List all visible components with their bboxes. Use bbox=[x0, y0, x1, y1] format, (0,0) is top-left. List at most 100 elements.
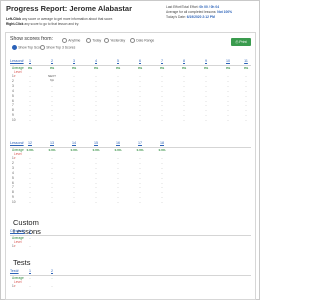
score-cell[interactable]: - bbox=[135, 156, 145, 160]
score-cell[interactable]: - bbox=[69, 79, 79, 83]
score-cell[interactable]: - bbox=[135, 185, 145, 189]
score-cell[interactable]: - bbox=[69, 118, 79, 122]
score-cell[interactable]: - bbox=[113, 200, 123, 204]
score-cell[interactable]: - bbox=[135, 74, 145, 78]
score-cell[interactable]: - bbox=[47, 89, 57, 93]
score-cell[interactable]: - bbox=[69, 161, 79, 165]
score-cell[interactable]: - bbox=[135, 190, 145, 194]
score-cell[interactable]: - bbox=[113, 99, 123, 103]
score-cell[interactable]: - bbox=[157, 118, 167, 122]
average-value[interactable]: 0.0% bbox=[113, 148, 123, 152]
score-cell[interactable]: - bbox=[113, 176, 123, 180]
score-cell[interactable]: - bbox=[157, 79, 167, 83]
average-value[interactable]: 0% bbox=[47, 66, 57, 70]
score-cell[interactable]: - bbox=[113, 113, 123, 117]
score-cell[interactable]: - bbox=[157, 190, 167, 194]
average-value[interactable]: 0% bbox=[241, 66, 251, 70]
score-cell[interactable]: - bbox=[25, 166, 35, 170]
column-link[interactable]: 4 bbox=[91, 59, 101, 63]
score-cell[interactable]: - bbox=[47, 94, 57, 98]
average-value[interactable]: 0% bbox=[135, 66, 145, 70]
score-cell[interactable]: - bbox=[157, 156, 167, 160]
score-cell[interactable]: - bbox=[69, 181, 79, 185]
score-cell[interactable]: - bbox=[113, 74, 123, 78]
score-cell[interactable]: - bbox=[47, 200, 57, 204]
score-cell[interactable]: - bbox=[201, 99, 211, 103]
score-cell[interactable]: - bbox=[113, 181, 123, 185]
average-value[interactable]: 0.0% bbox=[47, 148, 57, 152]
column-link[interactable]: 6 bbox=[135, 59, 145, 63]
average-value[interactable]: 0% bbox=[113, 66, 123, 70]
score-cell[interactable]: - bbox=[47, 103, 57, 107]
score-cell[interactable]: - bbox=[179, 113, 189, 117]
score-cell[interactable]: - bbox=[113, 89, 123, 93]
score-cell[interactable]: - bbox=[223, 84, 233, 88]
score-cell[interactable]: - bbox=[47, 113, 57, 117]
column-link[interactable]: 2 bbox=[47, 59, 57, 63]
column-link[interactable]: 3 bbox=[69, 59, 79, 63]
score-cell[interactable]: - bbox=[25, 190, 35, 194]
score-cell[interactable]: - bbox=[91, 118, 101, 122]
score-cell[interactable]: - bbox=[91, 103, 101, 107]
score-cell[interactable]: - bbox=[91, 99, 101, 103]
score-cell[interactable]: - bbox=[113, 79, 123, 83]
score-cell[interactable]: - bbox=[69, 108, 79, 112]
score-cell[interactable]: - bbox=[47, 176, 57, 180]
score-cell[interactable]: - bbox=[113, 161, 123, 165]
score-cell[interactable]: - bbox=[157, 108, 167, 112]
score-cell[interactable]: - bbox=[135, 108, 145, 112]
score-cell[interactable]: - bbox=[47, 118, 57, 122]
score-cell[interactable]: - bbox=[241, 94, 251, 98]
score-cell[interactable]: - bbox=[47, 79, 57, 83]
score-cell[interactable]: - bbox=[113, 94, 123, 98]
average-value[interactable]: 0.0% bbox=[135, 148, 145, 152]
score-cell[interactable]: - bbox=[135, 89, 145, 93]
score-cell[interactable]: - bbox=[25, 185, 35, 189]
score-cell[interactable]: - bbox=[241, 99, 251, 103]
score-cell[interactable]: - bbox=[201, 103, 211, 107]
average-value[interactable]: 0% bbox=[201, 66, 211, 70]
score-cell[interactable]: - bbox=[25, 99, 35, 103]
score-cell[interactable]: - bbox=[69, 185, 79, 189]
score-cell[interactable]: - bbox=[135, 171, 145, 175]
score-cell[interactable]: - bbox=[135, 166, 145, 170]
average-value[interactable]: 0% bbox=[91, 66, 101, 70]
score-cell[interactable]: - bbox=[179, 84, 189, 88]
radio-anytime[interactable]: Anytime bbox=[62, 37, 80, 43]
score-cell[interactable]: - bbox=[91, 166, 101, 170]
score-cell[interactable]: - bbox=[223, 108, 233, 112]
score-cell[interactable]: - bbox=[25, 200, 35, 204]
average-value[interactable]: 0% bbox=[223, 66, 233, 70]
score-cell[interactable]: - bbox=[201, 94, 211, 98]
score-cell[interactable]: - bbox=[91, 176, 101, 180]
score-cell[interactable]: - bbox=[47, 84, 57, 88]
column-link[interactable]: 14 bbox=[69, 141, 79, 145]
score-cell[interactable]: - bbox=[69, 84, 79, 88]
score-cell[interactable]: - bbox=[113, 185, 123, 189]
column-link[interactable]: 16 bbox=[113, 141, 123, 145]
score-cell[interactable]: - bbox=[91, 89, 101, 93]
average-value[interactable]: 0% bbox=[157, 66, 167, 70]
score-cell[interactable]: - bbox=[179, 79, 189, 83]
score-cell[interactable]: - bbox=[47, 161, 57, 165]
score-cell[interactable]: - bbox=[201, 89, 211, 93]
column-link[interactable]: 10 bbox=[223, 59, 233, 63]
score-cell[interactable]: - bbox=[201, 74, 211, 78]
score-cell[interactable]: - bbox=[157, 113, 167, 117]
score-cell[interactable]: - bbox=[113, 108, 123, 112]
score-cell[interactable]: - bbox=[157, 200, 167, 204]
score-cell[interactable]: - bbox=[241, 79, 251, 83]
column-link[interactable]: 12 bbox=[25, 141, 35, 145]
score-cell[interactable]: - bbox=[223, 99, 233, 103]
score-cell[interactable]: - bbox=[113, 171, 123, 175]
score-cell[interactable]: - bbox=[157, 74, 167, 78]
score-cell[interactable]: - bbox=[69, 99, 79, 103]
average-value[interactable]: 0% bbox=[179, 66, 189, 70]
score-cell[interactable]: - bbox=[91, 113, 101, 117]
score-cell[interactable]: - bbox=[69, 171, 79, 175]
score-cell[interactable]: - bbox=[157, 195, 167, 199]
score-cell[interactable]: - bbox=[157, 176, 167, 180]
radio-show-top-score[interactable]: Show Top Score bbox=[12, 45, 43, 51]
score-cell[interactable]: - bbox=[69, 190, 79, 194]
score-cell[interactable]: - bbox=[135, 195, 145, 199]
